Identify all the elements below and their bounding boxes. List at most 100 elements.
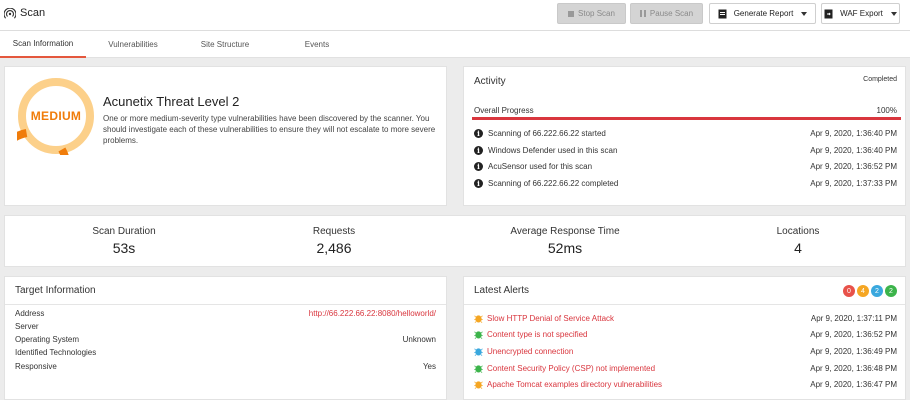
alert-row[interactable]: Content type is not specified Apr 9, 202… [474, 327, 897, 341]
tab-vulnerabilities[interactable]: Vulnerabilities [96, 31, 170, 58]
activity-event-time: Apr 9, 2020, 1:36:40 PM [810, 145, 897, 155]
alert-name[interactable]: Slow HTTP Denial of Service Attack [487, 314, 614, 323]
target-row-value: Unknown [402, 335, 436, 344]
pause-scan-button[interactable]: Pause Scan [630, 3, 703, 24]
severity-badges: 0 4 2 2 [843, 285, 897, 297]
target-row-responsive: Responsive Yes [15, 360, 436, 373]
activity-event: i AcuSensor used for this scan Apr 9, 20… [474, 159, 897, 173]
stat-label: Scan Duration [92, 226, 156, 237]
alert-time: Apr 9, 2020, 1:36:49 PM [810, 346, 897, 356]
stat-requests: Requests 2,486 [234, 226, 434, 256]
alert-name[interactable]: Apache Tomcat examples directory vulnera… [487, 380, 662, 389]
target-row-server: Server [15, 320, 436, 333]
alert-time: Apr 9, 2020, 1:36:52 PM [810, 329, 897, 339]
threat-title: Acunetix Threat Level 2 [103, 94, 240, 109]
alert-time: Apr 9, 2020, 1:36:48 PM [810, 363, 897, 373]
alert-row[interactable]: Content Security Policy (CSP) not implem… [474, 361, 897, 375]
alert-name[interactable]: Content type is not specified [487, 330, 588, 339]
stop-scan-button[interactable]: Stop Scan [557, 3, 626, 24]
alert-name[interactable]: Unencrypted connection [487, 347, 573, 356]
page-title: Scan [20, 7, 46, 19]
stop-scan-label: Stop Scan [578, 9, 615, 18]
stat-value: 4 [794, 240, 802, 256]
activity-status: Completed [863, 76, 897, 83]
activity-event-text: Windows Defender used in this scan [488, 145, 618, 155]
alert-row[interactable]: Unencrypted connection Apr 9, 2020, 1:36… [474, 344, 897, 358]
generate-report-label: Generate Report [733, 9, 794, 18]
pause-scan-label: Pause Scan [649, 9, 694, 18]
target-row-os: Operating System Unknown [15, 333, 436, 346]
chevron-down-icon [801, 11, 808, 16]
target-information-card: Target Information Address http://66.222… [4, 276, 447, 400]
stat-avg-response-time: Average Response Time 52ms [465, 226, 665, 256]
bug-icon [474, 314, 483, 323]
stat-label: Average Response Time [510, 226, 620, 237]
info-severity-badge[interactable]: 2 [885, 285, 897, 297]
target-row-label: Responsive [15, 362, 57, 371]
target-address-link[interactable]: http://66.222.66.22:8080/helloworld/ [309, 309, 436, 318]
alert-row[interactable]: Apache Tomcat examples directory vulnera… [474, 377, 897, 391]
bug-icon [474, 364, 483, 373]
progress-bar [472, 117, 901, 120]
stat-label: Locations [776, 226, 820, 237]
tab-scan-information[interactable]: Scan Information [0, 31, 86, 58]
stat-label: Requests [312, 226, 356, 237]
progress-fill [472, 117, 901, 120]
bug-icon [474, 380, 483, 389]
activity-card: Activity Completed Overall Progress 100%… [463, 66, 906, 206]
target-row-address: Address http://66.222.66.22:8080/hellowo… [15, 307, 436, 320]
stat-value: 52ms [547, 240, 583, 256]
waf-export-label: WAF Export [840, 9, 883, 18]
latest-alerts-title: Latest Alerts [464, 277, 905, 305]
activity-event: i Windows Defender used in this scan Apr… [474, 143, 897, 157]
activity-event-text: Scanning of 66.222.66.22 started [488, 128, 606, 138]
progress-label: Overall Progress [474, 106, 534, 115]
stat-value: 53s [112, 240, 136, 256]
chevron-down-icon [890, 11, 897, 16]
stat-scan-duration: Scan Duration 53s [24, 226, 224, 256]
threat-level-card: MEDIUM Acunetix Threat Level 2 One or mo… [4, 66, 447, 206]
medium-severity-badge[interactable]: 4 [857, 285, 869, 297]
stat-locations: Locations 4 [698, 226, 898, 256]
activity-event-time: Apr 9, 2020, 1:36:40 PM [810, 128, 897, 138]
target-row-label: Operating System [15, 335, 80, 344]
alert-time: Apr 9, 2020, 1:36:47 PM [810, 379, 897, 389]
alert-name[interactable]: Content Security Policy (CSP) not implem… [487, 364, 655, 373]
activity-title: Activity [474, 75, 506, 87]
top-bar: Scan Stop Scan Pause Scan Generate Repor… [0, 0, 910, 31]
pause-icon [639, 10, 646, 17]
info-icon: i [474, 128, 483, 138]
threat-level-label: MEDIUM [30, 109, 82, 123]
waf-export-button[interactable]: WAF Export [821, 3, 900, 24]
tab-events[interactable]: Events [292, 31, 342, 58]
tab-site-structure[interactable]: Site Structure [190, 31, 260, 58]
report-icon [718, 9, 727, 18]
generate-report-button[interactable]: Generate Report [709, 3, 816, 24]
scan-stats-card: Scan Duration 53s Requests 2,486 Average… [4, 215, 906, 267]
progress-percent: 100% [876, 106, 897, 115]
info-icon: i [474, 161, 483, 171]
target-row-label: Address [15, 309, 45, 318]
activity-event-text: Scanning of 66.222.66.22 completed [488, 178, 619, 188]
target-row-label: Identified Technologies [15, 348, 97, 357]
activity-event: i Scanning of 66.222.66.22 started Apr 9… [474, 126, 897, 140]
target-row-value: Yes [422, 362, 436, 371]
latest-alerts-card: Latest Alerts 0 4 2 2 Slow HTTP Denial o… [463, 276, 906, 400]
bug-icon [474, 330, 483, 339]
low-severity-badge[interactable]: 2 [871, 285, 883, 297]
activity-event-time: Apr 9, 2020, 1:37:33 PM [810, 178, 897, 188]
bug-icon [474, 347, 483, 356]
target-information-title: Target Information [5, 277, 446, 305]
target-row-label: Server [15, 322, 39, 331]
stat-value: 2,486 [316, 240, 352, 256]
alert-row[interactable]: Slow HTTP Denial of Service Attack Apr 9… [474, 311, 897, 325]
target-row-technologies: Identified Technologies [15, 346, 436, 359]
activity-event-time: Apr 9, 2020, 1:36:52 PM [810, 161, 897, 171]
threat-description: One or more medium-severity type vulnera… [103, 114, 436, 145]
scan-radar-icon [4, 8, 16, 19]
high-severity-badge[interactable]: 0 [843, 285, 855, 297]
activity-event: i Scanning of 66.222.66.22 completed Apr… [474, 176, 897, 190]
export-icon [824, 9, 833, 18]
activity-event-text: AcuSensor used for this scan [488, 161, 593, 171]
info-icon: i [474, 178, 483, 188]
